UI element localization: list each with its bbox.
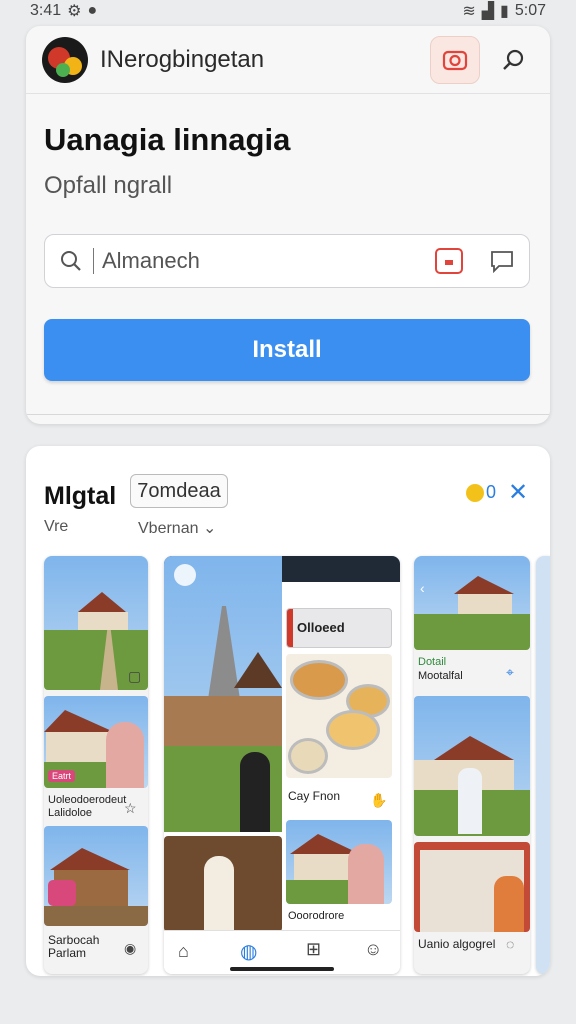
divider [26,414,550,415]
gallery-sort-dropdown[interactable]: Vbernan ⌄ [138,518,216,538]
home-indicator [230,967,334,971]
pagoda-photo [164,556,282,832]
tag-chip: Eatrt [48,770,76,782]
explore-icon[interactable]: ◍ [240,939,257,964]
interior-photo-2 [414,842,530,932]
record-button[interactable] [435,248,463,274]
card3-title: Sarbocah Parlam [48,933,100,960]
gallery-chip[interactable]: 7omdeaa [130,474,228,508]
bookmark-icon[interactable]: ▢ [128,668,141,685]
phone-card-title: Olloeed [297,620,345,635]
search-icon [503,49,524,70]
signal-icon: ▟ [481,3,495,20]
install-button[interactable]: Install [44,319,530,381]
temple-photo-2: Eatrt [44,696,148,788]
interior-photo [164,836,282,932]
coin-icon [466,483,484,502]
phone-card: Olloeed [286,608,392,648]
gallery-left-label: Vre [44,518,69,535]
app-logo [42,36,88,83]
add-icon[interactable]: ⊞ [306,939,321,960]
temple-photo-4: ‹ [414,556,530,650]
comment-icon[interactable] [489,249,515,273]
temple-photo-1: ▢ [44,556,148,690]
menu-icon[interactable] [174,564,196,586]
status-time: 3:41 [30,2,62,19]
gallery-card: Mlgtal 7omdeaa 0 ✕ Vre Vbernan ⌄ ▢ Eatrt… [26,446,550,976]
phone-nav-bar: ⌂ ◍ ⊞ ☺ [164,930,400,974]
profile-icon[interactable]: ☺ [364,939,382,960]
food-label: Cay Fnon [288,789,341,803]
search-placeholder: Almanech [93,248,435,274]
home-icon[interactable]: ⌂ [178,941,189,962]
status-time-right: 5:07 [514,2,546,19]
comment-icon[interactable]: ◌ [506,936,514,952]
message-icon: ● [87,2,98,19]
screenshot-left[interactable]: ▢ Eatrt Uoleodoerodeut Lalidoloe ☆ Sarbo… [44,556,148,974]
like-icon[interactable]: ✋ [370,792,387,809]
temple-photo-5 [414,696,530,836]
search-icon [61,251,81,271]
temple-photo-3 [44,826,148,926]
screenshot-right[interactable]: ‹ Dotail Mootalfal ⌖ Uanio algogrel ◌ [414,556,530,974]
gallery-badge: 0 [466,482,496,503]
app-name: INerogbingetan [100,45,265,73]
village-photo [286,820,392,904]
app-header: INerogbingetan [26,26,550,94]
food-photo [286,654,392,778]
phone-header-text: Ruohdolet [284,582,335,594]
camera-icon [442,50,468,70]
settings-icon: ⚙ [67,3,82,20]
badge-count: 0 [486,482,497,502]
screenshot-next-peek[interactable] [536,556,550,974]
close-icon[interactable]: ✕ [508,481,528,505]
status-bar: 3:41 ⚙ ● ≋ ▟ ▮ 5:07 [0,0,576,22]
record-icon [445,259,453,265]
app-install-card: INerogbingetan Uanagia linnagia Opfall n… [26,26,550,424]
bookmark-icon[interactable]: ☆ [124,800,137,817]
village-label: Ooorodrore [288,910,345,922]
search-icon[interactable]: ⌕ [378,578,386,595]
comment-icon[interactable]: ◉ [124,940,136,957]
screenshot-phone[interactable]: Ruohdolet ⌕ Olloeed Cay Fnon ✋ Ooorodror… [164,556,400,974]
right-label-1: Dotail [418,656,447,668]
wifi-icon: ≋ [462,3,476,20]
gallery-title: Mlgtal [44,482,117,510]
header-search-button[interactable] [494,40,534,80]
bookmark-icon[interactable]: ⌖ [506,664,514,681]
hero-subtitle: Opfall ngrall [44,172,173,199]
right-label-3: Uanio algogrel [418,937,496,951]
search-input[interactable]: Almanech [44,234,530,288]
card2-title: Uoleodoerodeut Lalidoloe [48,794,127,819]
camera-button[interactable] [430,35,480,84]
hero-title: Uanagia linnagia [44,122,291,157]
back-icon[interactable]: ‹ [420,580,425,596]
battery-icon: ▮ [500,3,509,20]
right-label-2: Mootalfal [418,670,463,682]
